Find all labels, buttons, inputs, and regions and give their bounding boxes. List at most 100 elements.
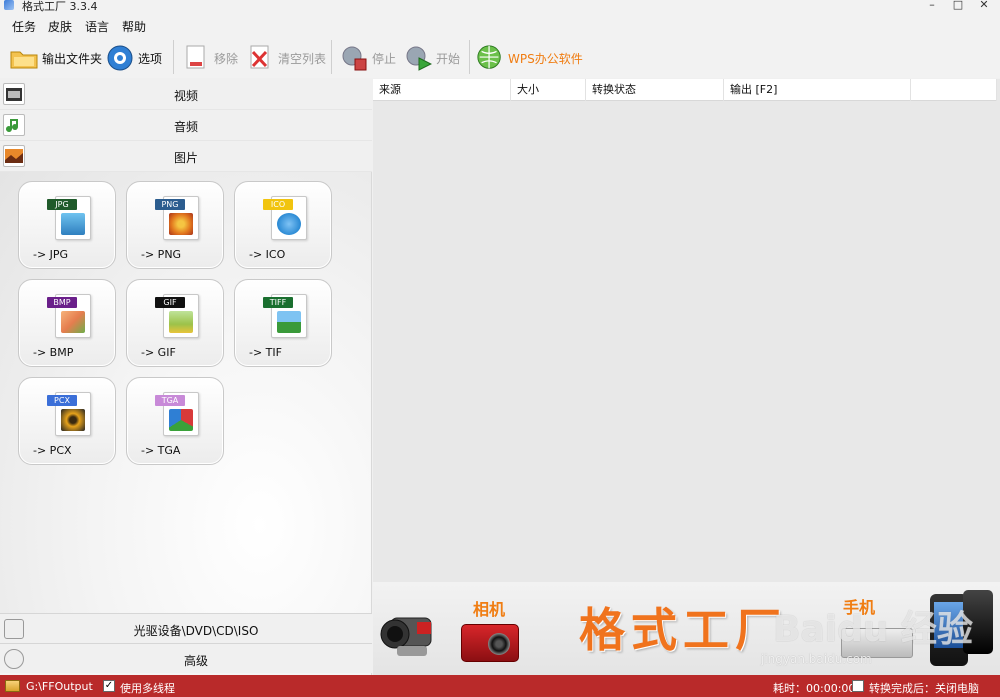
task-table-header: 来源 大小 转换状态 输出 [F2] (373, 79, 997, 101)
png-file-icon: PNG (155, 196, 199, 240)
clear-list-label: 清空列表 (278, 51, 327, 66)
gear-icon (106, 44, 134, 72)
format-label: -> GIF (141, 346, 176, 359)
format-gif-button[interactable]: GIF -> GIF (126, 279, 224, 367)
advanced-label: 高级 (183, 654, 208, 668)
category-audio[interactable]: 音频 (0, 110, 372, 141)
camera-label: 相机 (473, 600, 506, 619)
file-thumb (61, 311, 85, 333)
format-label: -> TGA (141, 444, 181, 457)
remove-icon (182, 44, 210, 72)
start-button[interactable]: 开始 (404, 42, 460, 74)
format-tga-button[interactable]: TGA -> TGA (126, 377, 224, 465)
remove-button[interactable]: 移除 (182, 42, 238, 74)
camcorder-icon (380, 617, 432, 656)
file-thumb (169, 213, 193, 235)
remove-label: 移除 (214, 51, 239, 66)
jpg-file-icon: JPG (47, 196, 91, 240)
format-label: -> PCX (33, 444, 72, 457)
column-status[interactable]: 转换状态 (586, 79, 724, 101)
menu-language[interactable]: 语言 (85, 18, 109, 35)
multithread-checkbox[interactable]: ✓ (103, 680, 115, 692)
column-size[interactable]: 大小 (511, 79, 586, 101)
format-label: -> PNG (141, 248, 182, 261)
minimize-button[interactable]: – (918, 0, 946, 12)
maximize-button[interactable]: □ (944, 0, 972, 12)
column-extra[interactable] (911, 79, 997, 101)
format-ico-button[interactable]: ICO -> ICO (234, 181, 332, 269)
file-thumb (169, 311, 193, 333)
format-bmp-button[interactable]: BMP -> BMP (18, 279, 116, 367)
wps-button[interactable]: WPS办公软件 (476, 42, 583, 74)
options-label: 选项 (138, 51, 163, 66)
file-tag: TGA (155, 395, 185, 406)
stop-label: 停止 (372, 51, 397, 66)
format-label: -> BMP (33, 346, 74, 359)
file-tag: BMP (47, 297, 77, 308)
column-output[interactable]: 输出 [F2] (724, 79, 911, 101)
left-panel: 视频 音频 图片 JPG -> JPG PNG -> PNG ICO -> IC… (0, 79, 372, 675)
start-label: 开始 (436, 51, 461, 66)
promo-banner: 相机 格式工厂 手机 Baidu 经验 jingyan.baidu.com (373, 582, 1000, 675)
format-pcx-button[interactable]: PCX -> PCX (18, 377, 116, 465)
file-thumb (169, 409, 193, 431)
format-png-button[interactable]: PNG -> PNG (126, 181, 224, 269)
toolbar-separator (173, 40, 174, 74)
app-icon (4, 0, 14, 10)
start-icon (404, 44, 432, 72)
folder-icon[interactable] (5, 680, 20, 692)
info-icon (277, 213, 301, 235)
toolbar: 输出文件夹 选项 移除 清空列表 停止 开始 WPS办公软件 (0, 36, 1000, 78)
clear-icon (246, 44, 274, 72)
ico-file-icon: ICO (263, 196, 307, 240)
menu-bar: 任务 皮肤 语言 帮助 (0, 14, 1000, 36)
close-button[interactable]: ✕ (970, 0, 998, 12)
category-video-label: 视频 (173, 89, 198, 103)
file-thumb (61, 213, 85, 235)
bmp-file-icon: BMP (47, 294, 91, 338)
menu-help[interactable]: 帮助 (122, 18, 146, 35)
pcx-file-icon: PCX (47, 392, 91, 436)
multithread-label: 使用多线程 (120, 682, 175, 695)
tiff-file-icon: TIFF (263, 294, 307, 338)
file-tag: PNG (155, 199, 185, 210)
format-label: -> JPG (33, 248, 69, 261)
menu-skin[interactable]: 皮肤 (48, 18, 72, 35)
optical-device-label: 光驱设备\DVD\CD\ISO (133, 624, 259, 638)
output-path[interactable]: G:\FFOutput (26, 680, 93, 693)
menu-task[interactable]: 任务 (12, 18, 36, 35)
clear-list-button[interactable]: 清空列表 (246, 42, 326, 74)
column-source[interactable]: 来源 (373, 79, 511, 101)
output-folder-button[interactable]: 输出文件夹 (10, 42, 102, 74)
elapsed-time: 耗时：00:00:00 (773, 682, 856, 695)
format-label: -> ICO (249, 248, 286, 261)
folder-icon (10, 44, 38, 72)
tga-file-icon: TGA (155, 392, 199, 436)
camera-icon (461, 624, 519, 662)
wps-label: WPS办公软件 (508, 51, 583, 66)
optical-device-row[interactable]: 光驱设备\DVD\CD\ISO (0, 613, 372, 643)
after-complete-checkbox[interactable] (852, 680, 864, 692)
category-image[interactable]: 图片 (0, 141, 372, 172)
stop-icon (340, 44, 368, 72)
title-bar: 格式工厂 3.3.4 – □ ✕ (0, 0, 1000, 14)
stop-button[interactable]: 停止 (340, 42, 396, 74)
advanced-row[interactable]: 高级 (0, 643, 372, 673)
toolbar-separator (331, 40, 332, 74)
image-format-grid: JPG -> JPG PNG -> PNG ICO -> ICO BMP -> … (0, 172, 371, 613)
format-jpg-button[interactable]: JPG -> JPG (18, 181, 116, 269)
toolbar-separator (469, 40, 470, 74)
window-title: 格式工厂 3.3.4 (22, 0, 98, 13)
globe-icon (476, 44, 504, 72)
file-tag: JPG (47, 199, 77, 210)
watermark: Baidu 经验 (773, 609, 974, 650)
file-tag: ICO (263, 199, 293, 210)
category-video[interactable]: 视频 (0, 79, 372, 110)
category-image-label: 图片 (173, 151, 198, 165)
status-bar: G:\FFOutput ✓ 使用多线程 耗时：00:00:00 转换完成后：关闭… (0, 675, 1000, 697)
task-list[interactable]: 来源 大小 转换状态 输出 [F2] (373, 79, 1000, 582)
output-folder-label: 输出文件夹 (42, 51, 103, 66)
options-button[interactable]: 选项 (106, 42, 162, 74)
format-tif-button[interactable]: TIFF -> TIF (234, 279, 332, 367)
gif-file-icon: GIF (155, 294, 199, 338)
